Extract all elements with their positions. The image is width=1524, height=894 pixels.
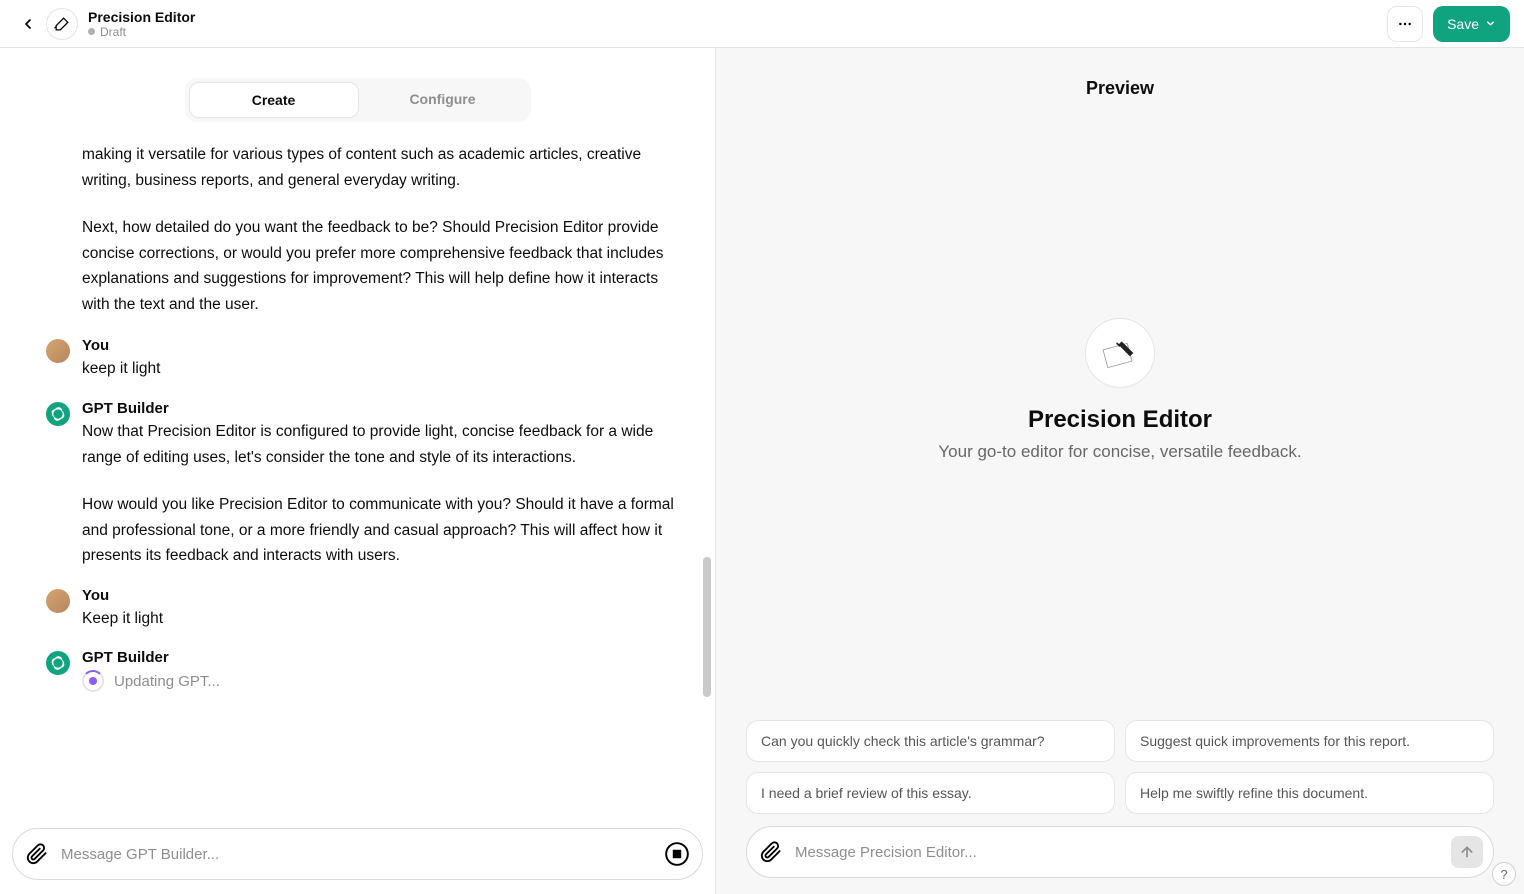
message-author: You	[82, 337, 679, 354]
attach-button[interactable]	[23, 840, 51, 868]
suggestion-item[interactable]: Help me swiftly refine this document.	[1125, 772, 1494, 814]
back-button[interactable]	[14, 10, 42, 38]
send-button[interactable]	[1451, 836, 1483, 868]
chevron-down-icon	[1485, 18, 1496, 29]
save-button-label: Save	[1447, 16, 1479, 32]
preview-composer	[746, 826, 1494, 878]
suggestion-item[interactable]: Can you quickly check this article's gra…	[746, 720, 1115, 762]
save-button[interactable]: Save	[1433, 6, 1510, 42]
preview-app-icon	[1085, 318, 1155, 388]
preview-attach-button[interactable]	[757, 838, 785, 866]
builder-tabs: Create Configure	[185, 78, 531, 122]
updating-status: Updating GPT...	[82, 670, 679, 692]
app-icon	[46, 8, 78, 40]
suggestion-item[interactable]: Suggest quick improvements for this repo…	[1125, 720, 1494, 762]
status-badge: Draft	[88, 25, 195, 39]
preview-hero: Precision Editor Your go-to editor for c…	[716, 99, 1524, 720]
suggestion-item[interactable]: I need a brief review of this essay.	[746, 772, 1115, 814]
help-button[interactable]: ?	[1492, 862, 1516, 886]
tab-create[interactable]: Create	[189, 82, 359, 118]
chat-message: You keep it light	[46, 337, 679, 382]
message-author: GPT Builder	[82, 400, 679, 417]
bot-avatar	[46, 651, 70, 675]
chat-message: You Keep it light	[46, 587, 679, 632]
preview-pane: Preview Precision Editor Your go-to edit…	[716, 48, 1524, 894]
preview-label: Preview	[716, 78, 1524, 99]
assistant-message-fragment: making it versatile for various types of…	[82, 142, 679, 317]
stop-button[interactable]	[662, 839, 692, 869]
status-dot-icon	[88, 28, 95, 35]
chat-message: GPT Builder Now that Precision Editor is…	[46, 400, 679, 569]
status-text: Draft	[100, 25, 126, 39]
suggestion-grid: Can you quickly check this article's gra…	[716, 720, 1524, 814]
page-title: Precision Editor	[88, 9, 195, 25]
message-body: keep it light	[82, 356, 679, 382]
chat-scroll-area[interactable]: making it versatile for various types of…	[0, 142, 715, 818]
message-author: GPT Builder	[82, 649, 679, 666]
message-author: You	[82, 587, 679, 604]
builder-pane: Create Configure making it versatile for…	[0, 48, 716, 894]
preview-title: Precision Editor	[1028, 406, 1212, 434]
builder-composer	[12, 828, 703, 880]
updating-text: Updating GPT...	[114, 673, 220, 690]
message-body: Keep it light	[82, 606, 679, 632]
message-body: Now that Precision Editor is configured …	[82, 419, 679, 569]
bot-avatar	[46, 402, 70, 426]
tab-configure[interactable]: Configure	[359, 82, 527, 118]
preview-input[interactable]	[795, 844, 1441, 861]
chat-message: GPT Builder Updating GPT...	[46, 649, 679, 692]
scrollbar-thumb[interactable]	[703, 557, 711, 697]
spinner-icon	[82, 670, 104, 692]
more-menu-button[interactable]	[1387, 6, 1423, 42]
user-avatar	[46, 589, 70, 613]
preview-subtitle: Your go-to editor for concise, versatile…	[938, 442, 1301, 462]
user-avatar	[46, 339, 70, 363]
header: Precision Editor Draft Save	[0, 0, 1524, 48]
builder-input[interactable]	[61, 846, 652, 863]
